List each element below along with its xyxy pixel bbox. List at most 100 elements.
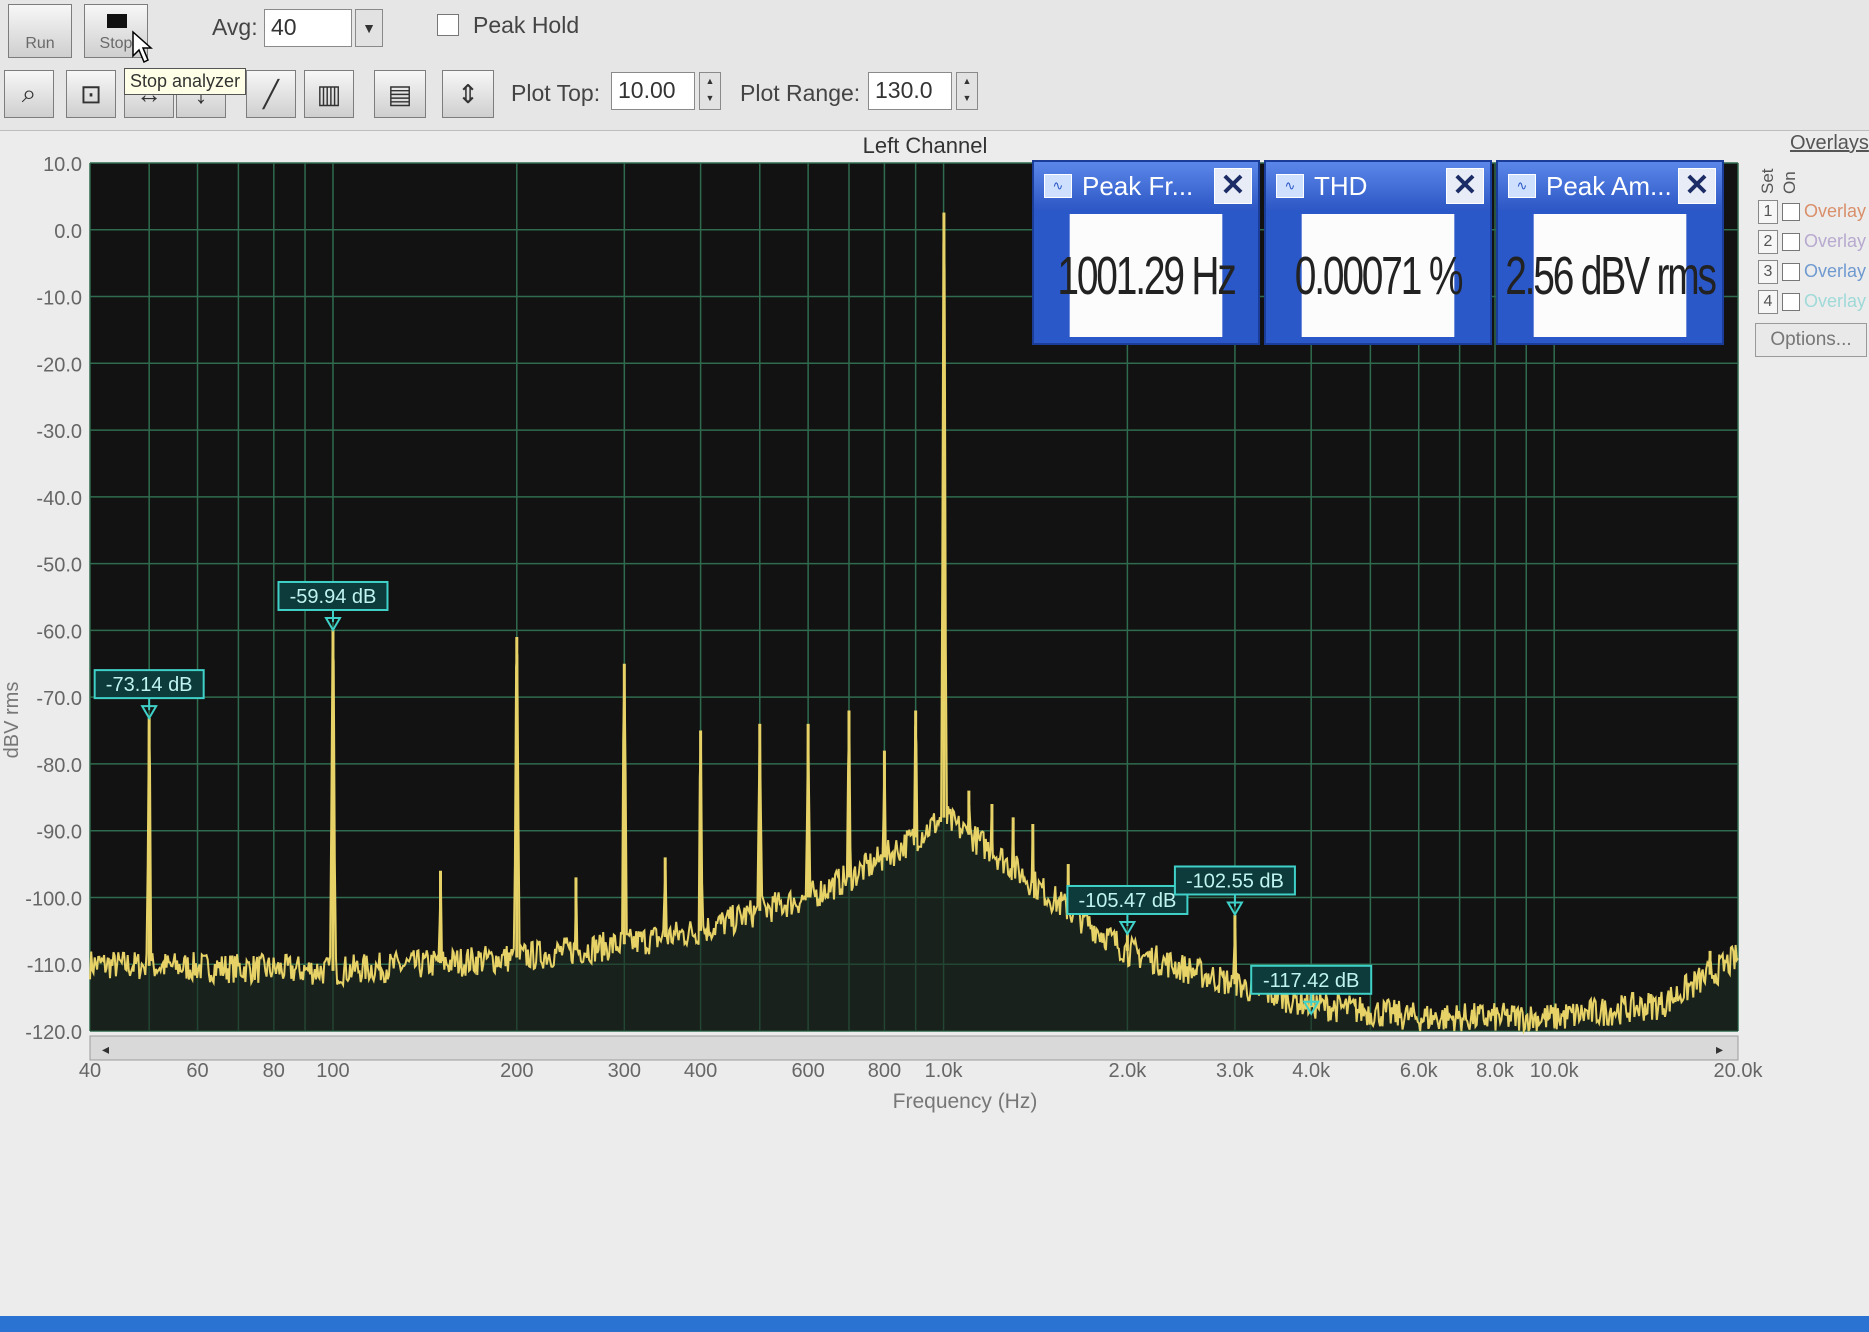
- marker-label: -73.14 dB: [106, 674, 193, 696]
- plot-range-label: Plot Range:: [740, 80, 861, 106]
- horizontal-scrollbar[interactable]: [89, 1035, 1739, 1061]
- plot-top-value: 10.00: [618, 77, 676, 103]
- x-tick-label: 800: [868, 1060, 901, 1082]
- peak-amplitude-meter[interactable]: ∿ Peak Am... ✕ 2.56 dBV rms: [1496, 160, 1724, 345]
- bar-plot-button[interactable]: ▥: [304, 70, 354, 118]
- avg-dropdown-arrow-icon[interactable]: ▼: [355, 9, 383, 47]
- y-tick-label: -90.0: [36, 822, 82, 844]
- marker-label: -117.42 dB: [1263, 970, 1359, 992]
- meter-value: 2.56 dBV rms: [1505, 214, 1717, 337]
- run-label: Run: [25, 35, 55, 52]
- overlay-set-button[interactable]: 4: [1758, 290, 1778, 314]
- y-axis-label: dBV rms: [1, 682, 23, 759]
- meter-title: THD: [1314, 170, 1368, 201]
- y-tick-label: -70.0: [36, 688, 82, 710]
- scroll-left-icon: ◂: [102, 1041, 109, 1057]
- avg-label: Avg:: [212, 14, 258, 40]
- plot-range-value: 130.0: [875, 77, 933, 103]
- overlay-name: Overlay: [1804, 261, 1867, 281]
- x-axis-label: Frequency (Hz): [893, 1090, 1038, 1113]
- toolbar: Run Stop Avg: 40 ▼ Peak Hold ⌕⊡↔↕╱▥▤⇕ Pl…: [0, 0, 1869, 131]
- meter-header: ∿ THD ✕: [1266, 162, 1490, 210]
- x-tick-label: 10.0k: [1530, 1060, 1580, 1082]
- y-tick-label: 10.0: [43, 154, 82, 176]
- y-tick-label: -60.0: [36, 621, 82, 643]
- avg-select[interactable]: 40: [264, 9, 352, 47]
- zoom-button[interactable]: ⌕: [4, 70, 54, 118]
- y-tick-label: 0.0: [54, 221, 82, 243]
- y-tick-label: -50.0: [36, 555, 82, 577]
- meter-waveform-icon: ∿: [1276, 174, 1304, 198]
- x-tick-label: 8.0k: [1476, 1060, 1515, 1082]
- chart-title: Left Channel: [863, 133, 988, 158]
- plot-range-spinner-icon[interactable]: ▲ ▼: [956, 72, 978, 110]
- stop-icon: [107, 14, 127, 28]
- overlays-panel: Overlays Set On 1 Overlay 2 Overlay 3 Overlay…: [1748, 130, 1869, 430]
- meter-title: Peak Fr...: [1082, 170, 1194, 201]
- meter-waveform-icon: ∿: [1044, 174, 1072, 198]
- zoom-box-icon: ⊡: [80, 78, 102, 109]
- y-tick-label: -110.0: [27, 955, 82, 977]
- stop-label: Stop: [99, 35, 133, 52]
- marker-label: -59.94 dB: [290, 586, 377, 608]
- mouse-cursor-icon: [132, 30, 153, 64]
- x-tick-label: 300: [608, 1060, 641, 1082]
- scroll-right-icon: ▸: [1716, 1041, 1723, 1057]
- close-icon[interactable]: ✕: [1446, 168, 1484, 204]
- x-tick-label: 40: [79, 1060, 101, 1082]
- overlay-row-4[interactable]: 4 Overlay: [1758, 290, 1868, 316]
- x-tick-label: 80: [263, 1060, 285, 1082]
- plot-top-label: Plot Top:: [511, 80, 601, 106]
- zoom-icon: ⌕: [21, 78, 37, 108]
- plot-top-spinner-icon[interactable]: ▲ ▼: [699, 72, 721, 110]
- y-tick-label: -30.0: [36, 421, 82, 443]
- taskbar-strip: [0, 1316, 1869, 1332]
- y-tick-label: -120.0: [25, 1022, 82, 1044]
- line-plot-button[interactable]: ╱: [246, 70, 296, 118]
- overlay-set-button[interactable]: 3: [1758, 260, 1778, 284]
- y-tick-label: -40.0: [36, 488, 82, 510]
- avg-value: 40: [271, 14, 297, 40]
- cursor-icon: ⇕: [457, 78, 479, 109]
- overlay-row-2[interactable]: 2 Overlay: [1758, 230, 1868, 256]
- overlay-on-checkbox[interactable]: [1782, 203, 1800, 221]
- cursor-button[interactable]: ⇕: [442, 70, 494, 118]
- peak-hold-checkbox[interactable]: [437, 14, 459, 36]
- plot-range-input[interactable]: 130.0: [868, 72, 952, 110]
- meter-title: Peak Am...: [1546, 170, 1672, 201]
- x-tick-label: 20.0k: [1714, 1060, 1764, 1082]
- stop-analyzer-tooltip: Stop analyzer: [124, 68, 247, 95]
- overlay-on-checkbox[interactable]: [1782, 233, 1800, 251]
- x-tick-label: 6.0k: [1400, 1060, 1439, 1082]
- table-view-button[interactable]: ▤: [374, 70, 426, 118]
- meter-header: ∿ Peak Am... ✕: [1498, 162, 1722, 210]
- close-icon[interactable]: ✕: [1678, 168, 1716, 204]
- y-tick-label: -100.0: [25, 888, 82, 910]
- overlay-row-3[interactable]: 3 Overlay: [1758, 260, 1868, 286]
- overlays-title: Overlays: [1790, 132, 1869, 154]
- zoom-box-button[interactable]: ⊡: [66, 70, 116, 118]
- peak-hold-label: Peak Hold: [473, 12, 580, 38]
- close-icon[interactable]: ✕: [1214, 168, 1252, 204]
- x-tick-label: 2.0k: [1108, 1060, 1147, 1082]
- meter-waveform-icon: ∿: [1508, 174, 1536, 198]
- overlay-name: Overlay: [1804, 201, 1867, 221]
- table-view-icon: ▤: [387, 78, 413, 109]
- x-tick-label: 200: [500, 1060, 533, 1082]
- x-tick-label: 600: [791, 1060, 824, 1082]
- overlay-set-button[interactable]: 2: [1758, 230, 1778, 254]
- line-plot-icon: ╱: [263, 78, 279, 109]
- thd-meter[interactable]: ∿ THD ✕ 0.00071 %: [1264, 160, 1492, 345]
- bar-plot-icon: ▥: [316, 78, 342, 109]
- overlay-set-button[interactable]: 1: [1758, 200, 1778, 224]
- options-button[interactable]: Options...: [1755, 323, 1867, 357]
- overlay-on-checkbox[interactable]: [1782, 293, 1800, 311]
- y-tick-label: -10.0: [36, 288, 82, 310]
- run-button[interactable]: Run: [8, 4, 72, 58]
- plot-top-input[interactable]: 10.00: [611, 72, 695, 110]
- overlay-row-1[interactable]: 1 Overlay: [1758, 200, 1868, 226]
- overlay-on-checkbox[interactable]: [1782, 263, 1800, 281]
- meter-value: 1001.29 Hz: [1057, 214, 1237, 337]
- peak-frequency-meter[interactable]: ∿ Peak Fr... ✕ 1001.29 Hz: [1032, 160, 1260, 345]
- x-tick-label: 400: [684, 1060, 717, 1082]
